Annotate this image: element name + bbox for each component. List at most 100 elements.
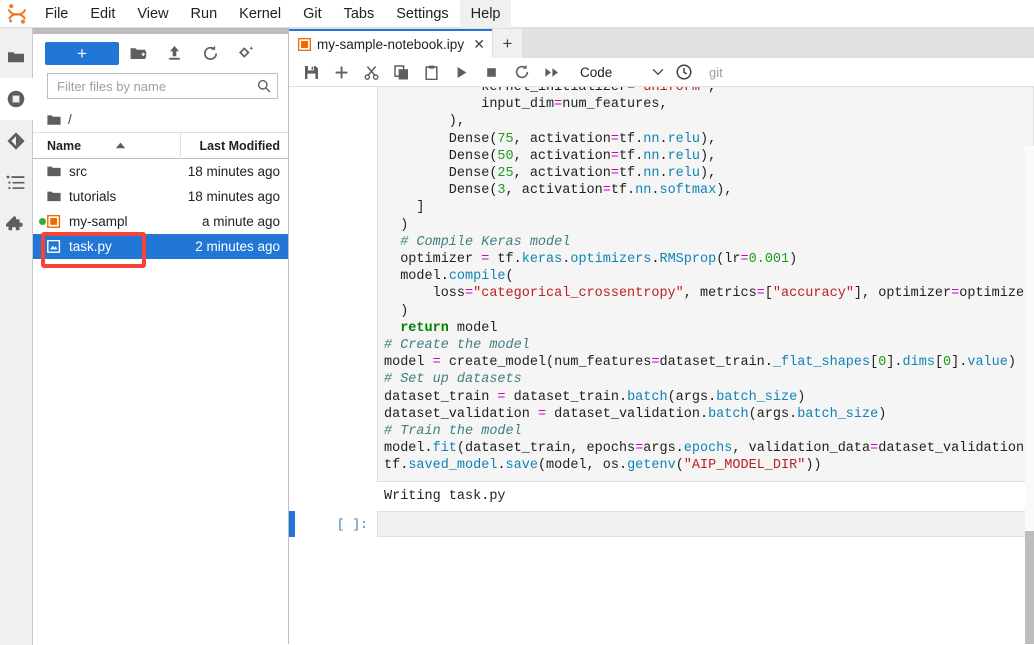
file-browser-panel: + / [33,34,289,645]
menu-file[interactable]: File [34,0,79,28]
code-line: # Train the model [384,423,1033,440]
file-row-src[interactable]: src18 minutes ago [33,159,288,184]
scissors-icon[interactable] [357,59,386,85]
notebook-scrollbar[interactable] [1025,146,1034,645]
code-token: ) [797,390,805,405]
git-clone-icon[interactable] [229,40,263,66]
code-token: "categorical_crossentropy" [473,286,684,301]
running-indicator-dot [39,218,46,225]
menu-help[interactable]: Help [460,0,512,28]
code-token: nn [635,183,651,198]
file-modified-cell: 2 minutes ago [180,239,288,254]
file-row-my-sampl[interactable]: my-sampla minute ago [33,209,288,234]
code-token: loss [384,286,465,301]
cell-type-select[interactable]: Code [576,61,668,84]
code-line: ) [384,303,1033,320]
main-dock-area: my-sample-notebook.ipynb ✕ + [289,28,1034,645]
table-of-contents-icon[interactable] [0,162,33,204]
code-token: value [967,355,1008,370]
code-token: "accuracy" [773,286,854,301]
file-filter-input[interactable] [57,79,257,94]
stop-icon[interactable] [477,59,506,85]
code-token: 0 [943,355,951,370]
menu-git[interactable]: Git [292,0,333,28]
cell-code-editor[interactable] [377,511,1034,537]
clock-icon[interactable] [669,59,698,85]
notebook-cell[interactable]: kernel_initializer="uniform", input_dim=… [289,87,1034,482]
code-token: RMSprop [659,252,716,267]
column-header-name[interactable]: Name [33,139,180,153]
cell-code-editor[interactable]: kernel_initializer="uniform", input_dim=… [377,87,1034,482]
code-token: ), [700,166,716,181]
code-token: softmax [659,183,716,198]
code-token: ) [1008,355,1016,370]
file-browser-icon[interactable] [0,36,33,78]
file-name-cell: task.py [33,239,180,254]
menu-tabs[interactable]: Tabs [333,0,386,28]
jupyterlab-window: FileEditViewRunKernelGitTabsSettingsHelp… [0,0,1034,645]
breadcrumb-path: / [68,112,72,127]
extension-manager-icon[interactable] [0,204,33,246]
clipboard-icon[interactable] [417,59,446,85]
menu-settings[interactable]: Settings [385,0,459,28]
code-token: = [497,390,505,405]
upload-icon[interactable] [157,40,191,66]
scrollbar-thumb[interactable] [1025,531,1034,645]
code-token: num_features, [562,97,667,112]
column-header-last-modified[interactable]: Last Modified [180,133,288,159]
new-launcher-button[interactable]: + [45,42,119,65]
file-filter-box[interactable] [47,73,278,99]
new-folder-icon[interactable] [121,40,155,66]
tab-title: my-sample-notebook.ipynb [317,37,465,52]
tab-my-sample-notebook[interactable]: my-sample-notebook.ipynb ✕ [289,29,492,58]
git-status-label[interactable]: git [709,65,723,80]
save-icon[interactable] [297,59,326,85]
copy-icon[interactable] [387,59,416,85]
folder-icon [47,165,61,178]
code-token: create_model(num_features [441,355,652,370]
running-terminals-icon[interactable] [0,78,33,120]
code-token: ) [878,407,886,422]
notebook-cell-output-row: Writing task.py [289,482,1034,511]
code-token: tf. [384,458,408,473]
plus-icon[interactable] [327,59,356,85]
file-name-label: src [69,164,87,179]
git-icon[interactable] [0,120,33,162]
close-icon[interactable]: ✕ [471,36,487,53]
menu-items-container: FileEditViewRunKernelGitTabsSettingsHelp [34,0,511,28]
code-token: "uniform" [635,87,708,95]
code-token: keras [522,252,563,267]
code-token: ], optimizer [854,286,951,301]
add-tab-button[interactable]: + [492,29,522,58]
code-line: model = create_model(num_features=datase… [384,354,1033,371]
code-token: 75 [497,132,513,147]
code-token: nn [643,149,659,164]
file-name-label: my-sampl [69,214,128,229]
notebook-cells: kernel_initializer="uniform", input_dim=… [289,87,1034,537]
file-list-header: Name Last Modified [33,133,288,159]
code-token: Dense( [384,183,497,198]
play-icon[interactable] [447,59,476,85]
menu-edit[interactable]: Edit [79,0,126,28]
code-token: Dense( [384,132,497,147]
code-token: relu [668,166,700,181]
file-row-tutorials[interactable]: tutorials18 minutes ago [33,184,288,209]
breadcrumb[interactable]: / [33,107,288,133]
code-token: model. [384,441,433,456]
code-token: tf. [619,132,643,147]
file-filter-container [33,72,288,107]
code-line: input_dim=num_features, [384,96,1033,113]
restart-icon[interactable] [507,59,536,85]
code-token: 3 [497,183,505,198]
code-token: . [497,458,505,473]
menu-kernel[interactable]: Kernel [228,0,292,28]
code-token: model. [384,269,449,284]
file-list: src18 minutes agotutorials18 minutes ago… [33,159,288,259]
fast-forward-icon[interactable] [537,59,566,85]
notebook-cell[interactable]: [ ]: [289,511,1034,537]
refresh-icon[interactable] [193,40,227,66]
file-row-task.py[interactable]: task.py2 minutes ago [33,234,288,259]
code-token: kernel_initializer= [384,87,635,95]
menu-run[interactable]: Run [180,0,229,28]
menu-view[interactable]: View [126,0,179,28]
